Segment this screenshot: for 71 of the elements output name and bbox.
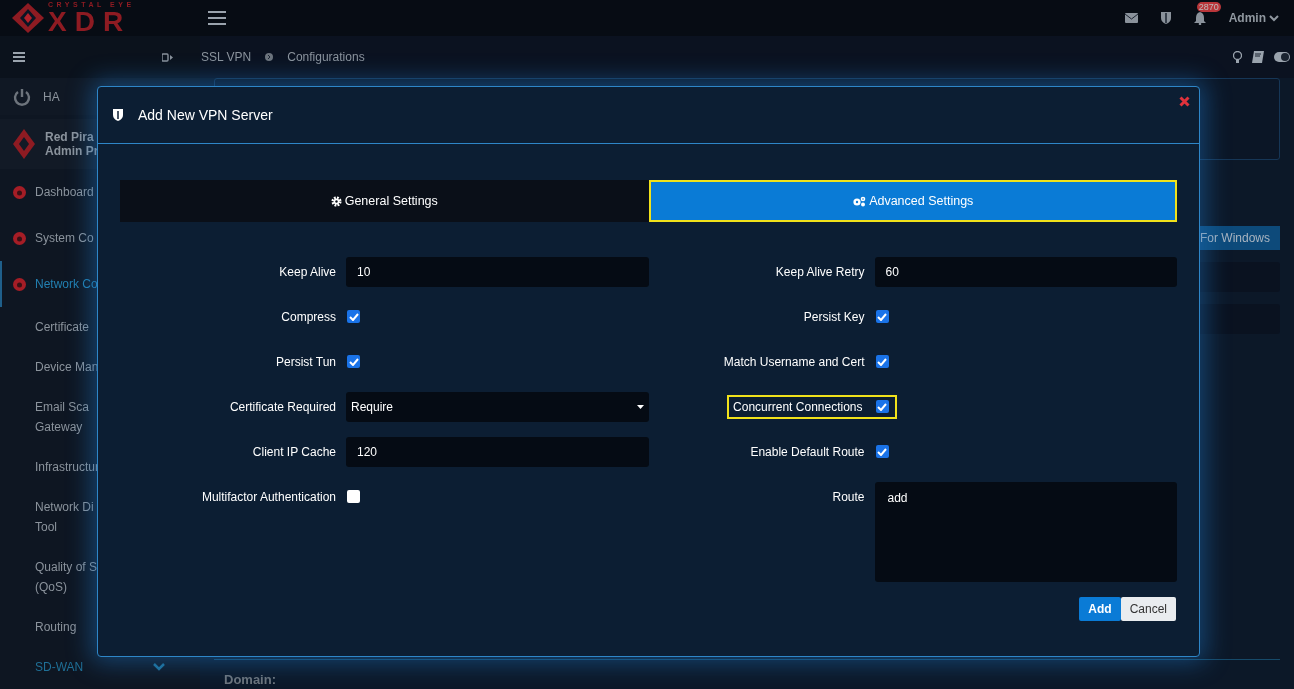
field-label: Client IP Cache [251, 444, 336, 459]
sidebar-item[interactable]: Certificate [35, 317, 90, 337]
sidebar-item[interactable]: Network Co [35, 274, 98, 294]
dialog-button[interactable]: Cancel [1120, 597, 1176, 621]
sidebar-item[interactable]: Routing [35, 617, 77, 637]
checkbox[interactable] [875, 310, 889, 323]
breadcrumb-item[interactable]: Configurations [287, 50, 365, 64]
menu-icon[interactable] [208, 11, 226, 25]
power-icon[interactable] [13, 87, 31, 106]
field-label: Persist Tun [274, 354, 336, 369]
shield-icon[interactable] [1160, 12, 1171, 24]
sidebar-item[interactable]: Dashboard [35, 182, 94, 202]
field-label: Persist Key [802, 309, 865, 324]
sidebar-item[interactable]: Email Sca Gateway [35, 397, 90, 437]
checkbox[interactable] [875, 445, 889, 458]
gears-icon [852, 195, 867, 207]
field-label: Route [831, 490, 865, 504]
sidebar-item[interactable]: Network Di Tool [35, 497, 94, 537]
bell-icon[interactable] [1193, 11, 1206, 25]
logo-icon [12, 3, 44, 33]
sidebar-item[interactable]: SD-WAN [35, 657, 84, 677]
field-label: Enable Default Route [749, 444, 865, 459]
tab[interactable]: Advanced Settings [648, 180, 1177, 222]
caret-icon [1269, 14, 1279, 22]
text-field[interactable]: 60 [874, 256, 1177, 287]
field-label: Keep Alive [278, 264, 336, 279]
field-label: Multifactor Authentication [200, 489, 336, 504]
domain-label: Domain: [224, 672, 276, 687]
modal-title: Add New VPN Server [138, 107, 273, 123]
toggle-icon[interactable] [1274, 52, 1290, 62]
checkbox[interactable] [347, 355, 360, 368]
checkbox[interactable] [875, 400, 889, 413]
checkbox[interactable] [347, 310, 360, 323]
breadcrumb-separator-icon [265, 53, 274, 61]
field-label: Keep Alive Retry [774, 264, 865, 279]
profile-text: Admin Pr [45, 144, 99, 159]
lightbulb-icon[interactable] [1233, 51, 1242, 63]
mail-icon[interactable] [1124, 13, 1138, 23]
field-label: Compress [280, 309, 336, 324]
user-menu[interactable]: Admin [1228, 11, 1279, 25]
nav-icon [13, 231, 26, 245]
notification-badge: 2870 [1196, 1, 1221, 12]
text-field[interactable]: 120 [346, 436, 649, 467]
logout-icon[interactable] [162, 52, 173, 62]
caret-icon [636, 404, 644, 409]
book-icon[interactable] [1252, 51, 1264, 63]
field-label: Certificate Required [228, 399, 336, 414]
chevron-down-icon[interactable] [153, 663, 165, 671]
field-label: Match Username and Cert [722, 354, 865, 369]
sidebar-item[interactable]: Infrastructur [35, 457, 100, 477]
nav-icon [13, 277, 26, 291]
gear-icon [330, 195, 342, 207]
dialog-button[interactable]: Add [1079, 597, 1121, 621]
select-field[interactable]: Require [346, 391, 649, 422]
close-icon[interactable] [1179, 96, 1190, 107]
profile-logo-icon [13, 129, 35, 159]
field-label: Concurrent Connections [727, 394, 897, 419]
checkbox[interactable] [347, 490, 360, 503]
ha-label: HA [43, 89, 60, 104]
sidebar-item[interactable]: System Co [35, 228, 94, 248]
logo-wordmark: XDR [48, 7, 133, 36]
profile-text: Red Pira [45, 129, 95, 144]
sidebar-item[interactable]: Quality of S (QoS) [35, 557, 98, 597]
breadcrumb-item[interactable]: SSL VPN [201, 50, 252, 64]
checkbox[interactable] [875, 355, 889, 368]
text-field[interactable]: 10 [346, 256, 649, 287]
route-field[interactable]: add [874, 482, 1177, 582]
shield-icon [113, 109, 123, 121]
tab[interactable]: General Settings [120, 180, 649, 222]
menu-icon[interactable] [13, 52, 25, 62]
nav-icon [13, 185, 26, 199]
